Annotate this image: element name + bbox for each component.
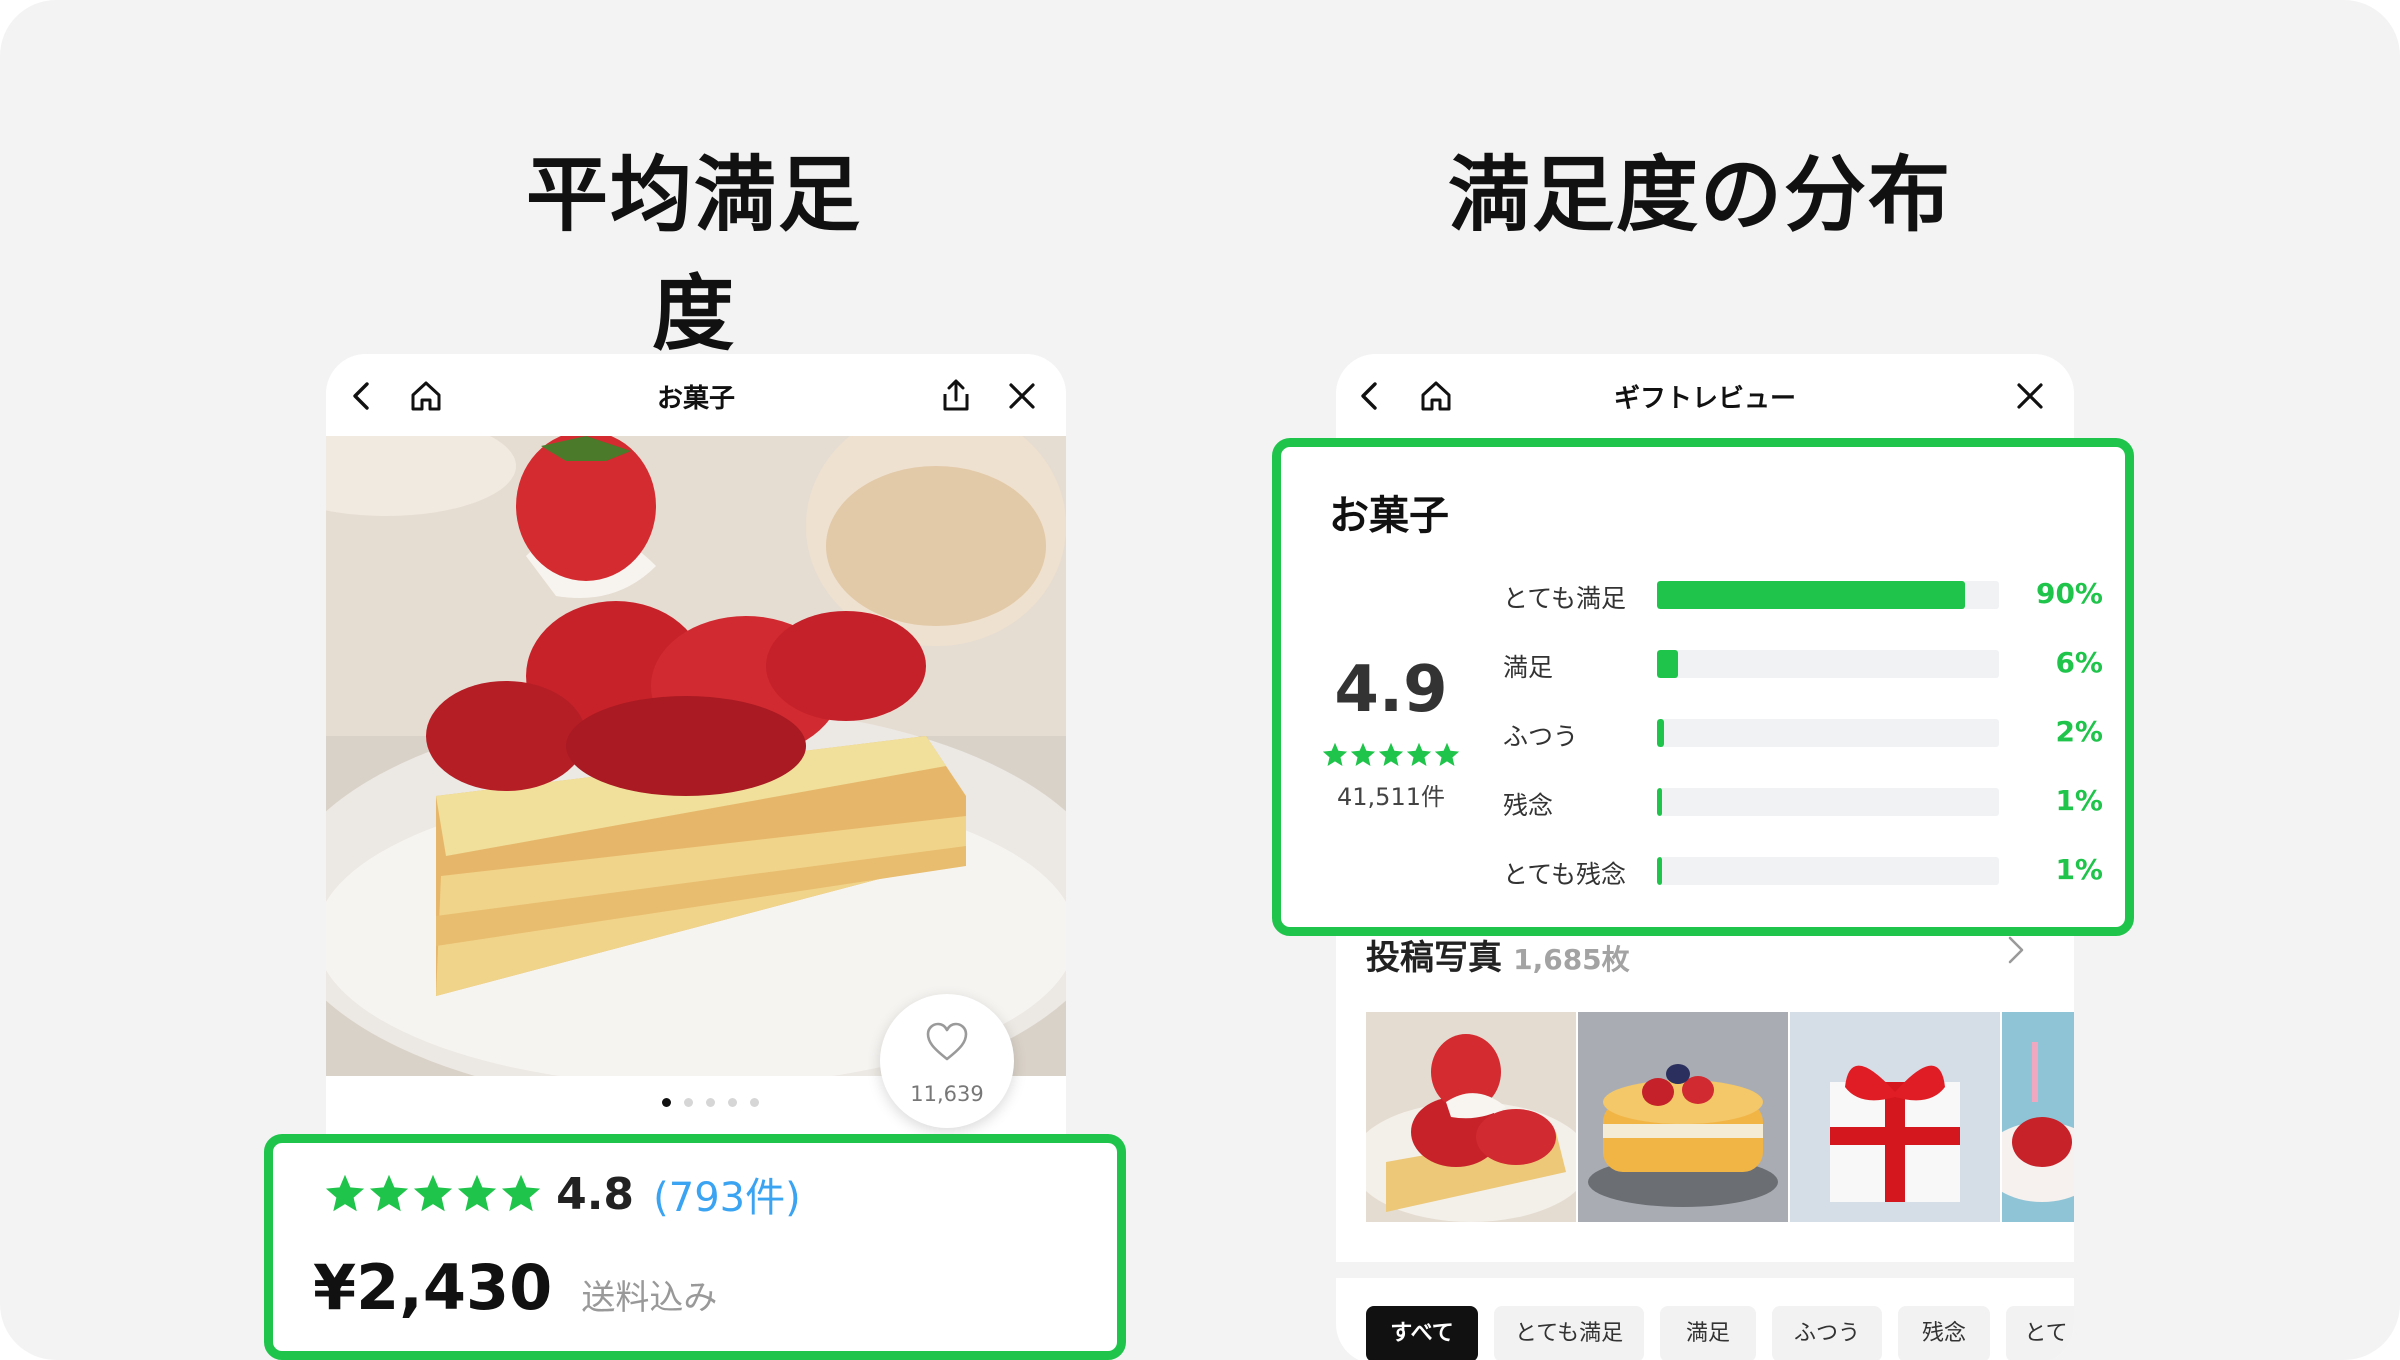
distribution-label: 残念 [1503, 791, 1554, 820]
distribution-bar-fill [1657, 581, 1965, 609]
distribution-row: 満足 6% [1503, 646, 2103, 682]
photos-count: 1,685枚 [1513, 943, 1630, 976]
distribution-bar-fill [1657, 857, 1662, 885]
distribution-row: とても満足 90% [1503, 577, 2103, 613]
pager-dot [750, 1098, 759, 1107]
photo-pager [662, 1098, 782, 1112]
total-review-count: 41,511件 [1337, 783, 1445, 811]
photo-strip [1366, 1012, 2074, 1222]
star-icon [325, 1174, 365, 1212]
distribution-bar-fill [1657, 788, 1662, 816]
distribution-bar-track [1657, 857, 1999, 885]
category-title: お菓子 [1329, 493, 1449, 539]
star-icon [1322, 742, 1348, 766]
star-icon [1406, 742, 1432, 766]
star-icon [1350, 742, 1376, 766]
price-rating-highlight: 4.8 (793件) ¥2,430 送料込み [264, 1134, 1126, 1360]
rating-stars [323, 1172, 543, 1216]
distribution-percent: 1% [2055, 784, 2103, 817]
rating-row: 4.8 (793件) [323, 1165, 801, 1225]
photo-thumb[interactable] [1366, 1012, 1576, 1222]
section-divider [1336, 1262, 2074, 1278]
distribution-percent: 6% [2055, 646, 2103, 679]
product-photo[interactable] [326, 436, 1066, 1076]
distribution-bar-track [1657, 788, 1999, 816]
filter-chip[interactable]: 満足 [1660, 1306, 1756, 1360]
distribution-bar-track [1657, 719, 1999, 747]
like-count: 11,639 [910, 1082, 984, 1106]
distribution-percent: 1% [2055, 853, 2103, 886]
distribution-bar-track [1657, 581, 1999, 609]
distribution-bar-fill [1657, 719, 1664, 747]
distribution-bar-fill [1657, 650, 1678, 678]
heading-satisfaction-distribution: 満足度の分布 [1447, 148, 1952, 243]
distribution-row: ふつう 2% [1503, 715, 2103, 751]
photo-thumb[interactable] [1578, 1012, 1788, 1222]
average-score: 4.9 [1334, 653, 1448, 727]
close-icon[interactable] [2010, 376, 2050, 416]
star-icon [501, 1174, 541, 1212]
distribution-row: とても残念 1% [1503, 853, 2103, 889]
filter-chip[interactable]: すべて [1366, 1306, 1478, 1360]
distribution-label: とても残念 [1503, 860, 1627, 889]
like-button[interactable]: 11,639 [880, 994, 1014, 1128]
close-icon[interactable] [1002, 376, 1042, 416]
chevron-right-icon[interactable] [2000, 932, 2030, 968]
filter-chip[interactable]: ふつう [1772, 1306, 1882, 1360]
distribution-highlight: お菓子 4.9 41,511件 とても満足 90% 満足 6% ふつう 2% 残念 1% とても… [1272, 438, 2134, 936]
pager-dot [706, 1098, 715, 1107]
review-nav-title: ギフトレビュー [1613, 384, 1796, 414]
photo-thumb[interactable] [1790, 1012, 2000, 1222]
distribution-row: 残念 1% [1503, 784, 2103, 820]
price: ¥2,430 [313, 1251, 553, 1324]
distribution-percent: 90% [2035, 577, 2103, 610]
pager-dot [684, 1098, 693, 1107]
average-stars [1321, 741, 1461, 769]
product-nav-bar: お菓子 [326, 354, 1066, 436]
canvas: 平均満足度 満足度の分布 お菓子 11,639 4.8 (793件) ¥2,43… [0, 0, 2400, 1360]
photo-thumb[interactable] [2002, 1012, 2074, 1222]
pager-dot [662, 1098, 671, 1107]
filter-chip[interactable]: とて [2006, 1306, 2074, 1360]
filter-chip[interactable]: 残念 [1898, 1306, 1990, 1360]
heading-average-satisfaction: 平均満足度 [525, 148, 862, 362]
distribution-bar-track [1657, 650, 1999, 678]
distribution-label: ふつう [1503, 722, 1579, 751]
rating-value: 4.8 [556, 1168, 635, 1220]
star-icon [1378, 742, 1404, 766]
pager-dot [728, 1098, 737, 1107]
distribution-label: 満足 [1503, 653, 1554, 682]
filter-chip[interactable]: とても満足 [1494, 1306, 1644, 1360]
review-nav-bar: ギフトレビュー [1336, 354, 2074, 436]
review-count-link[interactable]: (793件) [653, 1165, 801, 1223]
shipping-note: 送料込み [581, 1278, 718, 1318]
share-icon[interactable] [936, 376, 976, 416]
photos-title: 投稿写真 [1366, 938, 1502, 978]
star-icon [1434, 742, 1460, 766]
distribution-label: とても満足 [1503, 584, 1627, 613]
distribution-percent: 2% [2055, 715, 2103, 748]
photos-header[interactable]: 投稿写真 1,685枚 [1366, 930, 1630, 979]
star-icon [369, 1174, 409, 1212]
heart-icon [926, 1022, 968, 1061]
star-icon [413, 1174, 453, 1212]
star-icon [457, 1174, 497, 1212]
price-row: ¥2,430 送料込み [313, 1251, 717, 1324]
filter-chips: すべて とても満足 満足 ふつう 残念 とて [1366, 1306, 2074, 1360]
